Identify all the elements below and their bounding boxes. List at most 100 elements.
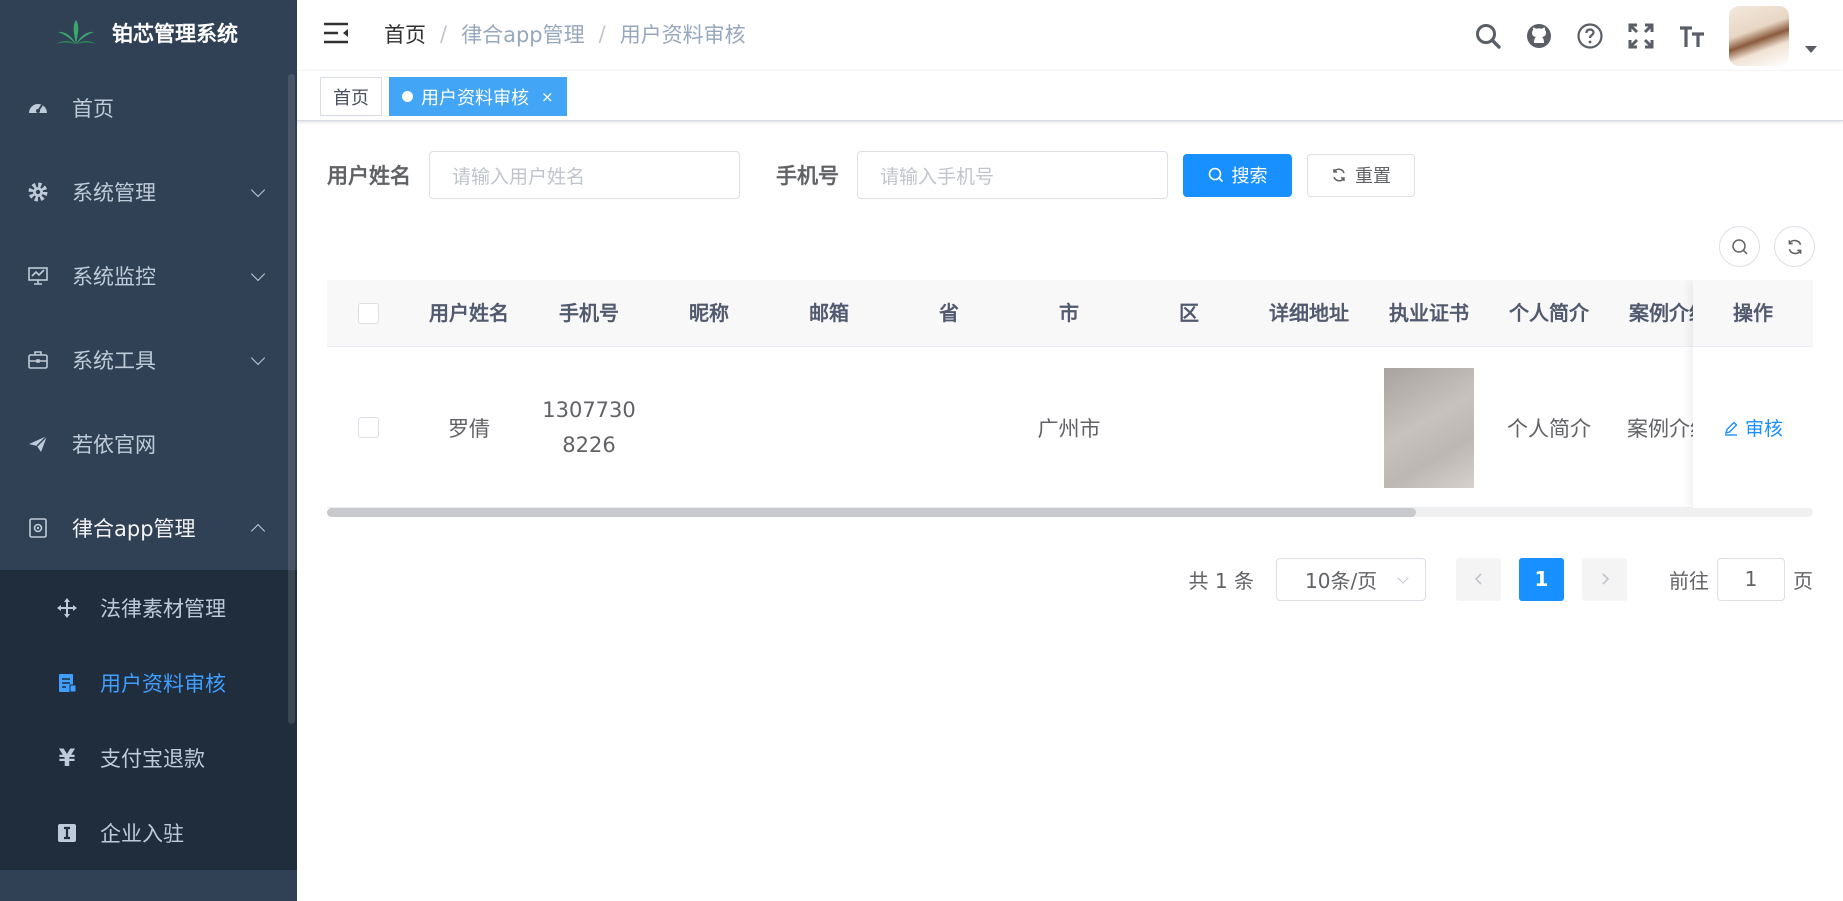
cell-license bbox=[1369, 347, 1489, 508]
column-header: 手机号 bbox=[559, 301, 619, 325]
sidebar-scrollbar[interactable] bbox=[288, 74, 295, 724]
sidebar-item-legal-materials[interactable]: 法律素材管理 bbox=[0, 570, 297, 645]
main-content: 用户姓名 请输入用户姓名 手机号 请输入手机号 搜索 重置 用户姓名 手机号 昵… bbox=[297, 121, 1843, 901]
select-all-checkbox[interactable] bbox=[357, 303, 379, 324]
phone-line-2: 8226 bbox=[562, 432, 616, 457]
gear-icon bbox=[26, 180, 50, 204]
sidebar-item-label: 首页 bbox=[72, 97, 114, 121]
sidebar-logo[interactable]: 铂芯管理系统 bbox=[0, 0, 297, 66]
cell-province bbox=[889, 347, 1009, 508]
toolbox-icon bbox=[26, 348, 50, 372]
sidebar-item-tools[interactable]: 系统工具 bbox=[0, 318, 297, 402]
column-header: 操作 bbox=[1693, 280, 1813, 347]
font-size-icon[interactable] bbox=[1678, 22, 1706, 50]
sidebar-item-label: 若依官网 bbox=[72, 433, 156, 457]
sidebar-item-label: 法律素材管理 bbox=[100, 596, 226, 621]
column-header: 区 bbox=[1179, 301, 1199, 325]
column-header: 用户姓名 bbox=[429, 301, 509, 325]
breadcrumb-separator: / bbox=[440, 22, 448, 46]
chevron-right-icon bbox=[1601, 573, 1609, 585]
name-input[interactable]: 请输入用户姓名 bbox=[429, 151, 740, 199]
help-icon[interactable] bbox=[1576, 22, 1604, 50]
page-number-current[interactable]: 1 bbox=[1519, 557, 1564, 601]
search-icon bbox=[1208, 167, 1224, 183]
edit-icon bbox=[1724, 421, 1738, 436]
fullscreen-icon[interactable] bbox=[1627, 22, 1655, 50]
horizontal-scrollbar-thumb[interactable] bbox=[327, 508, 1416, 517]
sidebar-item-enterprise[interactable]: 企业入驻 bbox=[0, 795, 297, 870]
search-icon[interactable] bbox=[1474, 22, 1502, 50]
column-header: 省 bbox=[939, 301, 959, 325]
caret-down-icon[interactable] bbox=[1805, 46, 1817, 53]
reset-button[interactable]: 重置 bbox=[1307, 153, 1415, 197]
cell-email bbox=[769, 347, 889, 508]
sidebar-item-website[interactable]: 若依官网 bbox=[0, 402, 297, 486]
phone-line-1: 1307730 bbox=[542, 397, 636, 422]
review-button[interactable]: 审核 bbox=[1693, 347, 1813, 508]
breadcrumb-separator: / bbox=[598, 22, 606, 46]
page-size-select[interactable]: 10条/页 bbox=[1276, 557, 1426, 601]
move-icon bbox=[56, 597, 78, 619]
goto-page-input[interactable]: 1 bbox=[1717, 557, 1785, 601]
table-row[interactable]: 罗倩 1307730 8226 广州市 个人简介 案例介绍 bbox=[327, 347, 1813, 508]
refresh-icon bbox=[1331, 167, 1347, 183]
refresh-table-button[interactable] bbox=[1774, 226, 1815, 267]
search-button-label: 搜索 bbox=[1231, 166, 1268, 187]
name-label: 用户姓名 bbox=[327, 164, 411, 188]
column-header: 邮箱 bbox=[809, 301, 849, 325]
review-button-label: 审核 bbox=[1744, 418, 1783, 440]
sidebar-item-luhe-app[interactable]: 律合app管理 bbox=[0, 486, 297, 570]
sidebar-item-home[interactable]: 首页 bbox=[0, 66, 297, 150]
cell-nickname bbox=[649, 347, 769, 508]
logo-icon bbox=[56, 20, 96, 44]
breadcrumb-home[interactable]: 首页 bbox=[384, 19, 426, 49]
header-checkbox-cell bbox=[327, 280, 409, 347]
sidebar-item-monitor[interactable]: 系统监控 bbox=[0, 234, 297, 318]
column-header: 详细地址 bbox=[1269, 301, 1349, 325]
avatar[interactable] bbox=[1729, 5, 1789, 66]
sidebar-item-label: 支付宝退款 bbox=[100, 746, 205, 771]
paper-plane-icon bbox=[26, 432, 50, 456]
search-button[interactable]: 搜索 bbox=[1183, 153, 1292, 197]
cell-phone: 1307730 8226 bbox=[529, 347, 649, 508]
cell-bio: 个人简介 bbox=[1507, 416, 1591, 441]
chevron-down-icon bbox=[250, 350, 266, 366]
prev-page-button[interactable] bbox=[1456, 557, 1501, 601]
sidebar-item-label: 用户资料审核 bbox=[100, 671, 226, 696]
sidebar-item-user-review[interactable]: 用户资料审核 bbox=[0, 645, 297, 720]
toggle-search-button[interactable] bbox=[1719, 226, 1760, 267]
dashboard-icon bbox=[26, 96, 50, 120]
cog-document-icon bbox=[26, 516, 50, 540]
phone-text: 1307730 8226 bbox=[539, 393, 639, 463]
sidebar-item-alipay-refund[interactable]: ¥ 支付宝退款 bbox=[0, 720, 297, 795]
reset-button-label: 重置 bbox=[1355, 166, 1391, 187]
submenu-luhe-app: 法律素材管理 用户资料审核 ¥ 支付宝退款 企业入驻 bbox=[0, 570, 297, 870]
phone-label: 手机号 bbox=[776, 164, 839, 188]
monitor-icon bbox=[26, 264, 50, 288]
yen-icon: ¥ bbox=[58, 743, 76, 772]
page-size-value: 10条/页 bbox=[1305, 568, 1378, 593]
pagination-total: 共 1 条 bbox=[1188, 568, 1254, 593]
hamburger-icon[interactable] bbox=[323, 22, 349, 44]
phone-input[interactable]: 请输入手机号 bbox=[857, 151, 1168, 199]
sidebar-item-system[interactable]: 系统管理 bbox=[0, 150, 297, 234]
data-table: 用户姓名 手机号 昵称 邮箱 省 市 区 详细地址 执业证书 个人简介 案例介绍… bbox=[327, 280, 1813, 517]
pagination: 共 1 条 10条/页 1 前往 1 页 bbox=[1189, 557, 1813, 601]
tag-user-review[interactable]: 用户资料审核 × bbox=[389, 77, 567, 116]
app-title: 铂芯管理系统 bbox=[112, 22, 238, 46]
tag-home[interactable]: 首页 bbox=[320, 77, 382, 116]
next-page-button[interactable] bbox=[1582, 557, 1627, 601]
form-icon bbox=[56, 672, 78, 694]
tag-label: 首页 bbox=[333, 87, 369, 109]
github-icon[interactable] bbox=[1525, 22, 1553, 50]
row-checkbox[interactable] bbox=[357, 417, 379, 438]
sidebar-item-label: 系统监控 bbox=[72, 265, 156, 289]
chevron-up-icon bbox=[250, 523, 266, 539]
tags-view: 首页 用户资料审核 × bbox=[297, 71, 1843, 121]
breadcrumb-luhe-app: 律合app管理 bbox=[461, 23, 585, 47]
license-image[interactable] bbox=[1384, 367, 1474, 488]
cell-city: 广州市 bbox=[1037, 416, 1101, 441]
close-icon[interactable]: × bbox=[541, 88, 554, 106]
navbar: 首页 / 律合app管理 / 用户资料审核 bbox=[297, 0, 1843, 71]
horizontal-scrollbar[interactable] bbox=[327, 508, 1813, 517]
